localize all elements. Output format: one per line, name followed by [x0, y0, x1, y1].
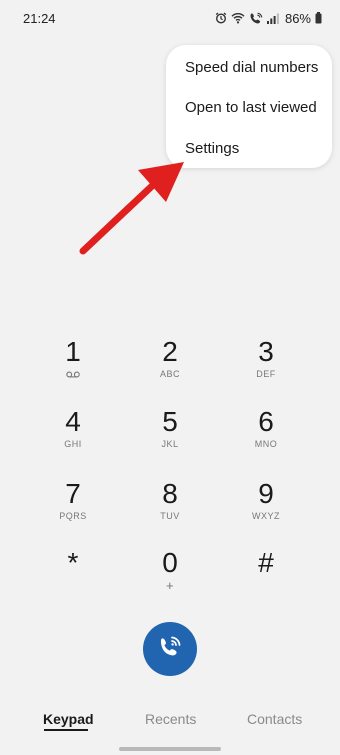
key-letters: ABC [159, 369, 180, 379]
key-star[interactable]: * [33, 548, 113, 600]
key-letters: MNO [254, 439, 278, 449]
key-letters: JKL [161, 439, 179, 449]
key-7[interactable]: 7 PQRS [33, 479, 113, 531]
key-digit: 6 [258, 406, 274, 437]
key-letters [33, 580, 113, 592]
key-3[interactable]: 3 DEF [226, 337, 306, 389]
key-digit: 7 [65, 478, 81, 509]
key-letters: DEF [256, 369, 276, 379]
key-2[interactable]: 2 ABC [130, 337, 210, 389]
key-hash[interactable]: # [226, 548, 306, 600]
tab-contacts[interactable]: Contacts [247, 711, 302, 727]
key-letters: WXYZ [252, 511, 280, 521]
home-indicator[interactable] [119, 747, 221, 751]
annotation-arrow-icon [79, 162, 184, 255]
key-letters: GHI [64, 439, 82, 449]
key-4[interactable]: 4 GHI [33, 407, 113, 459]
key-digit: 5 [162, 406, 178, 437]
key-digit: 9 [258, 478, 274, 509]
key-digit: * [67, 547, 79, 578]
key-0[interactable]: 0 + [130, 548, 210, 600]
key-8[interactable]: 8 TUV [130, 479, 210, 531]
key-letters [226, 580, 306, 592]
key-digit: 1 [65, 336, 81, 367]
key-digit: # [258, 547, 274, 578]
key-digit: 3 [258, 336, 274, 367]
tab-recents[interactable]: Recents [145, 711, 196, 727]
key-digit: 2 [162, 336, 178, 367]
key-digit: 4 [65, 406, 81, 437]
key-letters: + [165, 578, 175, 593]
key-5[interactable]: 5 JKL [130, 407, 210, 459]
call-button[interactable] [143, 622, 197, 676]
key-6[interactable]: 6 MNO [226, 407, 306, 459]
wifi-call-icon [157, 634, 183, 665]
key-digit: 0 [162, 547, 178, 578]
key-1[interactable]: 1 [33, 337, 113, 389]
key-letters: TUV [160, 511, 180, 521]
active-tab-indicator [44, 729, 88, 731]
key-digit: 8 [162, 478, 178, 509]
key-9[interactable]: 9 WXYZ [226, 479, 306, 531]
voicemail-icon [66, 370, 80, 380]
key-letters: PQRS [59, 511, 87, 521]
tab-keypad[interactable]: Keypad [43, 711, 94, 727]
